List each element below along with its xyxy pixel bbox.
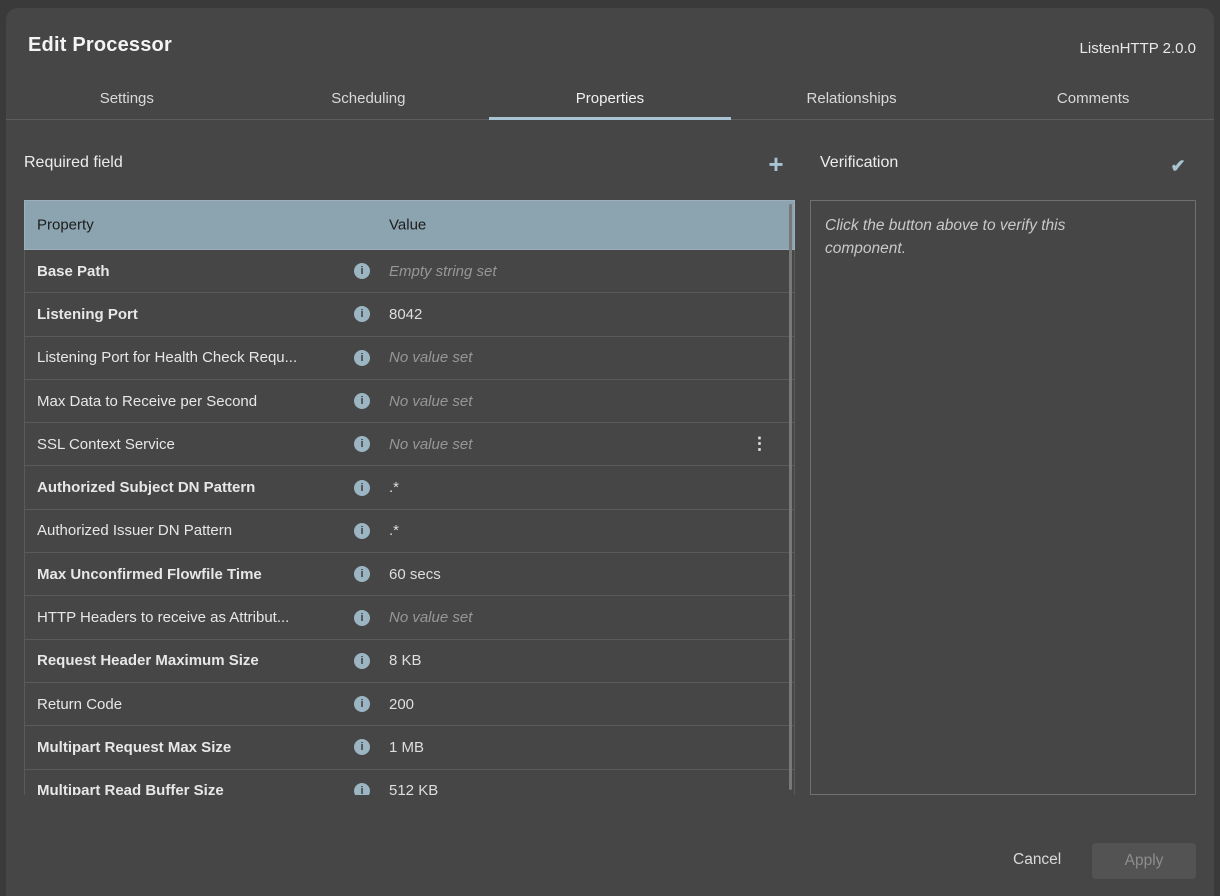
property-row[interactable]: SSL Context Servicei No value set ⋮ xyxy=(25,423,794,466)
property-value[interactable]: .* xyxy=(389,479,399,496)
property-row[interactable]: Multipart Read Buffer Sizei 512 KB xyxy=(25,770,794,795)
info-icon[interactable]: i xyxy=(354,566,370,582)
property-name: SSL Context Service xyxy=(37,436,354,453)
info-icon[interactable]: i xyxy=(354,263,370,279)
apply-button[interactable]: Apply xyxy=(1092,843,1196,879)
property-value[interactable]: No value set xyxy=(389,349,472,366)
more-options-icon[interactable]: ⋮ xyxy=(751,434,768,454)
property-value[interactable]: No value set xyxy=(389,609,472,626)
property-row[interactable]: Max Data to Receive per Secondi No value … xyxy=(25,380,794,423)
property-name: Authorized Issuer DN Pattern xyxy=(37,522,354,539)
tab-comments-label: Comments xyxy=(1057,90,1130,107)
column-header-property: Property xyxy=(37,217,94,234)
property-value[interactable]: 8 KB xyxy=(389,652,422,669)
tab-properties-label: Properties xyxy=(576,90,644,107)
property-row[interactable]: Listening Port for Health Check Requ...i… xyxy=(25,337,794,380)
table-scrollbar[interactable] xyxy=(789,204,792,790)
properties-table: Property Value Base PathiEmpty string se… xyxy=(24,200,795,795)
info-icon[interactable]: i xyxy=(354,783,370,795)
property-row[interactable]: Max Unconfirmed Flowfile Timei 60 secs xyxy=(25,553,794,596)
verification-panel: Click the button above to verify this co… xyxy=(810,200,1196,795)
cancel-button[interactable]: Cancel xyxy=(1013,851,1061,869)
tab-settings-label: Settings xyxy=(100,90,154,107)
property-value[interactable]: .* xyxy=(389,522,399,539)
tab-scheduling-label: Scheduling xyxy=(331,90,405,107)
property-row[interactable]: HTTP Headers to receive as Attribut...i N… xyxy=(25,596,794,639)
properties-table-body: Base PathiEmpty string setListening Port… xyxy=(24,250,795,795)
verification-hint: Click the button above to verify this co… xyxy=(825,214,1125,261)
edit-processor-dialog: Edit Processor ListenHTTP 2.0.0 Settings… xyxy=(6,8,1214,896)
property-row[interactable]: Multipart Request Max Sizei 1 MB xyxy=(25,726,794,769)
tab-relationships-label: Relationships xyxy=(807,90,897,107)
property-row[interactable]: Authorized Subject DN Patterni .* xyxy=(25,466,794,509)
tab-scheduling[interactable]: Scheduling xyxy=(248,78,490,119)
property-name: HTTP Headers to receive as Attribut... xyxy=(37,609,354,626)
property-name: Listening Port xyxy=(37,306,354,323)
property-name: Multipart Request Max Size xyxy=(37,739,354,756)
tab-settings[interactable]: Settings xyxy=(6,78,248,119)
property-value[interactable]: 60 secs xyxy=(389,566,441,583)
info-icon[interactable]: i xyxy=(354,436,370,452)
column-header-value: Value xyxy=(389,217,426,234)
property-name: Max Unconfirmed Flowfile Time xyxy=(37,566,354,583)
info-icon[interactable]: i xyxy=(354,653,370,669)
dialog-title: Edit Processor xyxy=(28,34,172,57)
property-row[interactable]: Return Codei 200 xyxy=(25,683,794,726)
property-row[interactable]: Request Header Maximum Sizei 8 KB xyxy=(25,640,794,683)
property-value[interactable]: 200 xyxy=(389,696,414,713)
component-version: ListenHTTP 2.0.0 xyxy=(1080,40,1196,57)
property-value[interactable]: Empty string set xyxy=(389,263,497,280)
tab-bar: Settings Scheduling Properties Relations… xyxy=(6,78,1214,120)
info-icon[interactable]: i xyxy=(354,523,370,539)
tab-properties[interactable]: Properties xyxy=(489,78,731,119)
property-name: Base Path xyxy=(37,263,354,280)
verify-button[interactable]: ✔ xyxy=(1164,152,1192,180)
info-icon[interactable]: i xyxy=(354,480,370,496)
property-value[interactable]: No value set xyxy=(389,393,472,410)
property-name: Authorized Subject DN Pattern xyxy=(37,479,354,496)
tab-comments[interactable]: Comments xyxy=(972,78,1214,119)
plus-icon: + xyxy=(768,151,783,177)
property-value[interactable]: 8042 xyxy=(389,306,422,323)
info-icon[interactable]: i xyxy=(354,306,370,322)
property-value[interactable]: 512 KB xyxy=(389,782,438,795)
required-field-heading: Required field xyxy=(24,154,123,172)
property-value[interactable]: 1 MB xyxy=(389,739,424,756)
property-name: Listening Port for Health Check Requ... xyxy=(37,349,354,366)
property-row[interactable]: Base Pathi Empty string set xyxy=(25,250,794,293)
info-icon[interactable]: i xyxy=(354,350,370,366)
property-row[interactable]: Authorized Issuer DN Patterni .* xyxy=(25,510,794,553)
info-icon[interactable]: i xyxy=(354,696,370,712)
property-row[interactable]: Listening Porti 8042 xyxy=(25,293,794,336)
tab-relationships[interactable]: Relationships xyxy=(731,78,973,119)
check-icon: ✔ xyxy=(1170,156,1185,177)
verification-heading: Verification xyxy=(820,154,898,172)
property-name: Request Header Maximum Size xyxy=(37,652,354,669)
info-icon[interactable]: i xyxy=(354,393,370,409)
property-name: Multipart Read Buffer Size xyxy=(37,782,354,795)
property-value[interactable]: No value set xyxy=(389,436,472,453)
properties-table-header: Property Value xyxy=(24,200,795,250)
info-icon[interactable]: i xyxy=(354,610,370,626)
add-property-button[interactable]: + xyxy=(762,150,790,178)
info-icon[interactable]: i xyxy=(354,739,370,755)
property-name: Max Data to Receive per Second xyxy=(37,393,354,410)
property-name: Return Code xyxy=(37,696,354,713)
